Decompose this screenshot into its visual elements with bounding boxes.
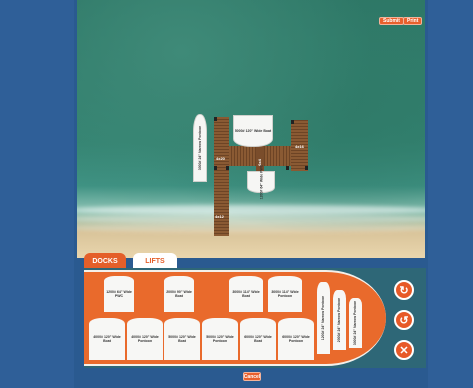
dock-post bbox=[226, 166, 229, 170]
rotate-cw-icon: ↻ bbox=[399, 284, 409, 297]
tray-lift[interactable]: 5000# 120" Wide Boat bbox=[164, 318, 200, 360]
delete-button[interactable]: ✕ bbox=[394, 340, 414, 360]
tab-docks[interactable]: DOCKS bbox=[84, 253, 126, 269]
tray-lift-narrow[interactable]: 1200# 24" Narrow Pontoon bbox=[317, 282, 330, 354]
dock-label: 4x20 bbox=[216, 156, 225, 161]
tray-lift[interactable]: 3000# 114" Wide Pontoon bbox=[268, 276, 302, 312]
submit-button[interactable]: Submit bbox=[379, 17, 404, 25]
tray-lift[interactable]: 4000# 120" Wide Boat bbox=[89, 318, 125, 360]
tray-lift[interactable]: 1200# 64" Wide PWC bbox=[104, 276, 134, 312]
dock-post bbox=[214, 117, 217, 121]
tray-lift[interactable]: 2000# 90" Wide Boat bbox=[164, 276, 194, 312]
print-button[interactable]: Print bbox=[403, 17, 423, 25]
cancel-button[interactable]: Cancel bbox=[243, 372, 261, 381]
tray-lift-narrow[interactable]: 2000# 24" Narrow Pontoon bbox=[333, 290, 346, 350]
rotate-ccw-icon: ↺ bbox=[399, 314, 409, 327]
dock-post bbox=[291, 120, 294, 124]
dock-label: 4x16 bbox=[295, 144, 304, 149]
rotate-ccw-button[interactable]: ↺ bbox=[394, 310, 414, 330]
dock-section-horizontal[interactable] bbox=[229, 146, 281, 166]
tray-lift[interactable]: 6000# 120" Wide Boat bbox=[240, 318, 276, 360]
dock-post bbox=[214, 166, 217, 170]
rotate-cw-button[interactable]: ↻ bbox=[394, 280, 414, 300]
tray-lift[interactable]: 6000# 120" Wide Pontoon bbox=[278, 318, 314, 360]
tray-lift[interactable]: 5000# 120" Wide Pontoon bbox=[202, 318, 238, 360]
dock-label: 4x12 bbox=[215, 214, 224, 219]
wave bbox=[77, 223, 425, 233]
placed-lift-narrow-pontoon[interactable]: 3000# 24" Narrow Pontoon bbox=[193, 114, 207, 182]
dock-connector[interactable] bbox=[281, 146, 291, 166]
dock-post bbox=[305, 166, 308, 170]
dock-post bbox=[286, 166, 289, 170]
placed-lift-pwc[interactable]: 1200# 64" Wide PWC bbox=[247, 165, 275, 199]
tab-lifts[interactable]: LIFTS bbox=[133, 253, 177, 269]
placed-lift-wide-boat[interactable]: 5000# 120" Wide Boat bbox=[233, 115, 273, 147]
close-icon: ✕ bbox=[399, 344, 409, 357]
tray-lift[interactable]: 3000# 114" Wide Boat bbox=[229, 276, 263, 312]
tray-lift-narrow[interactable]: 3000# 24" Narrow Pontoon bbox=[349, 298, 362, 348]
tray-lift[interactable]: 4000# 120" Wide Pontoon bbox=[127, 318, 163, 360]
